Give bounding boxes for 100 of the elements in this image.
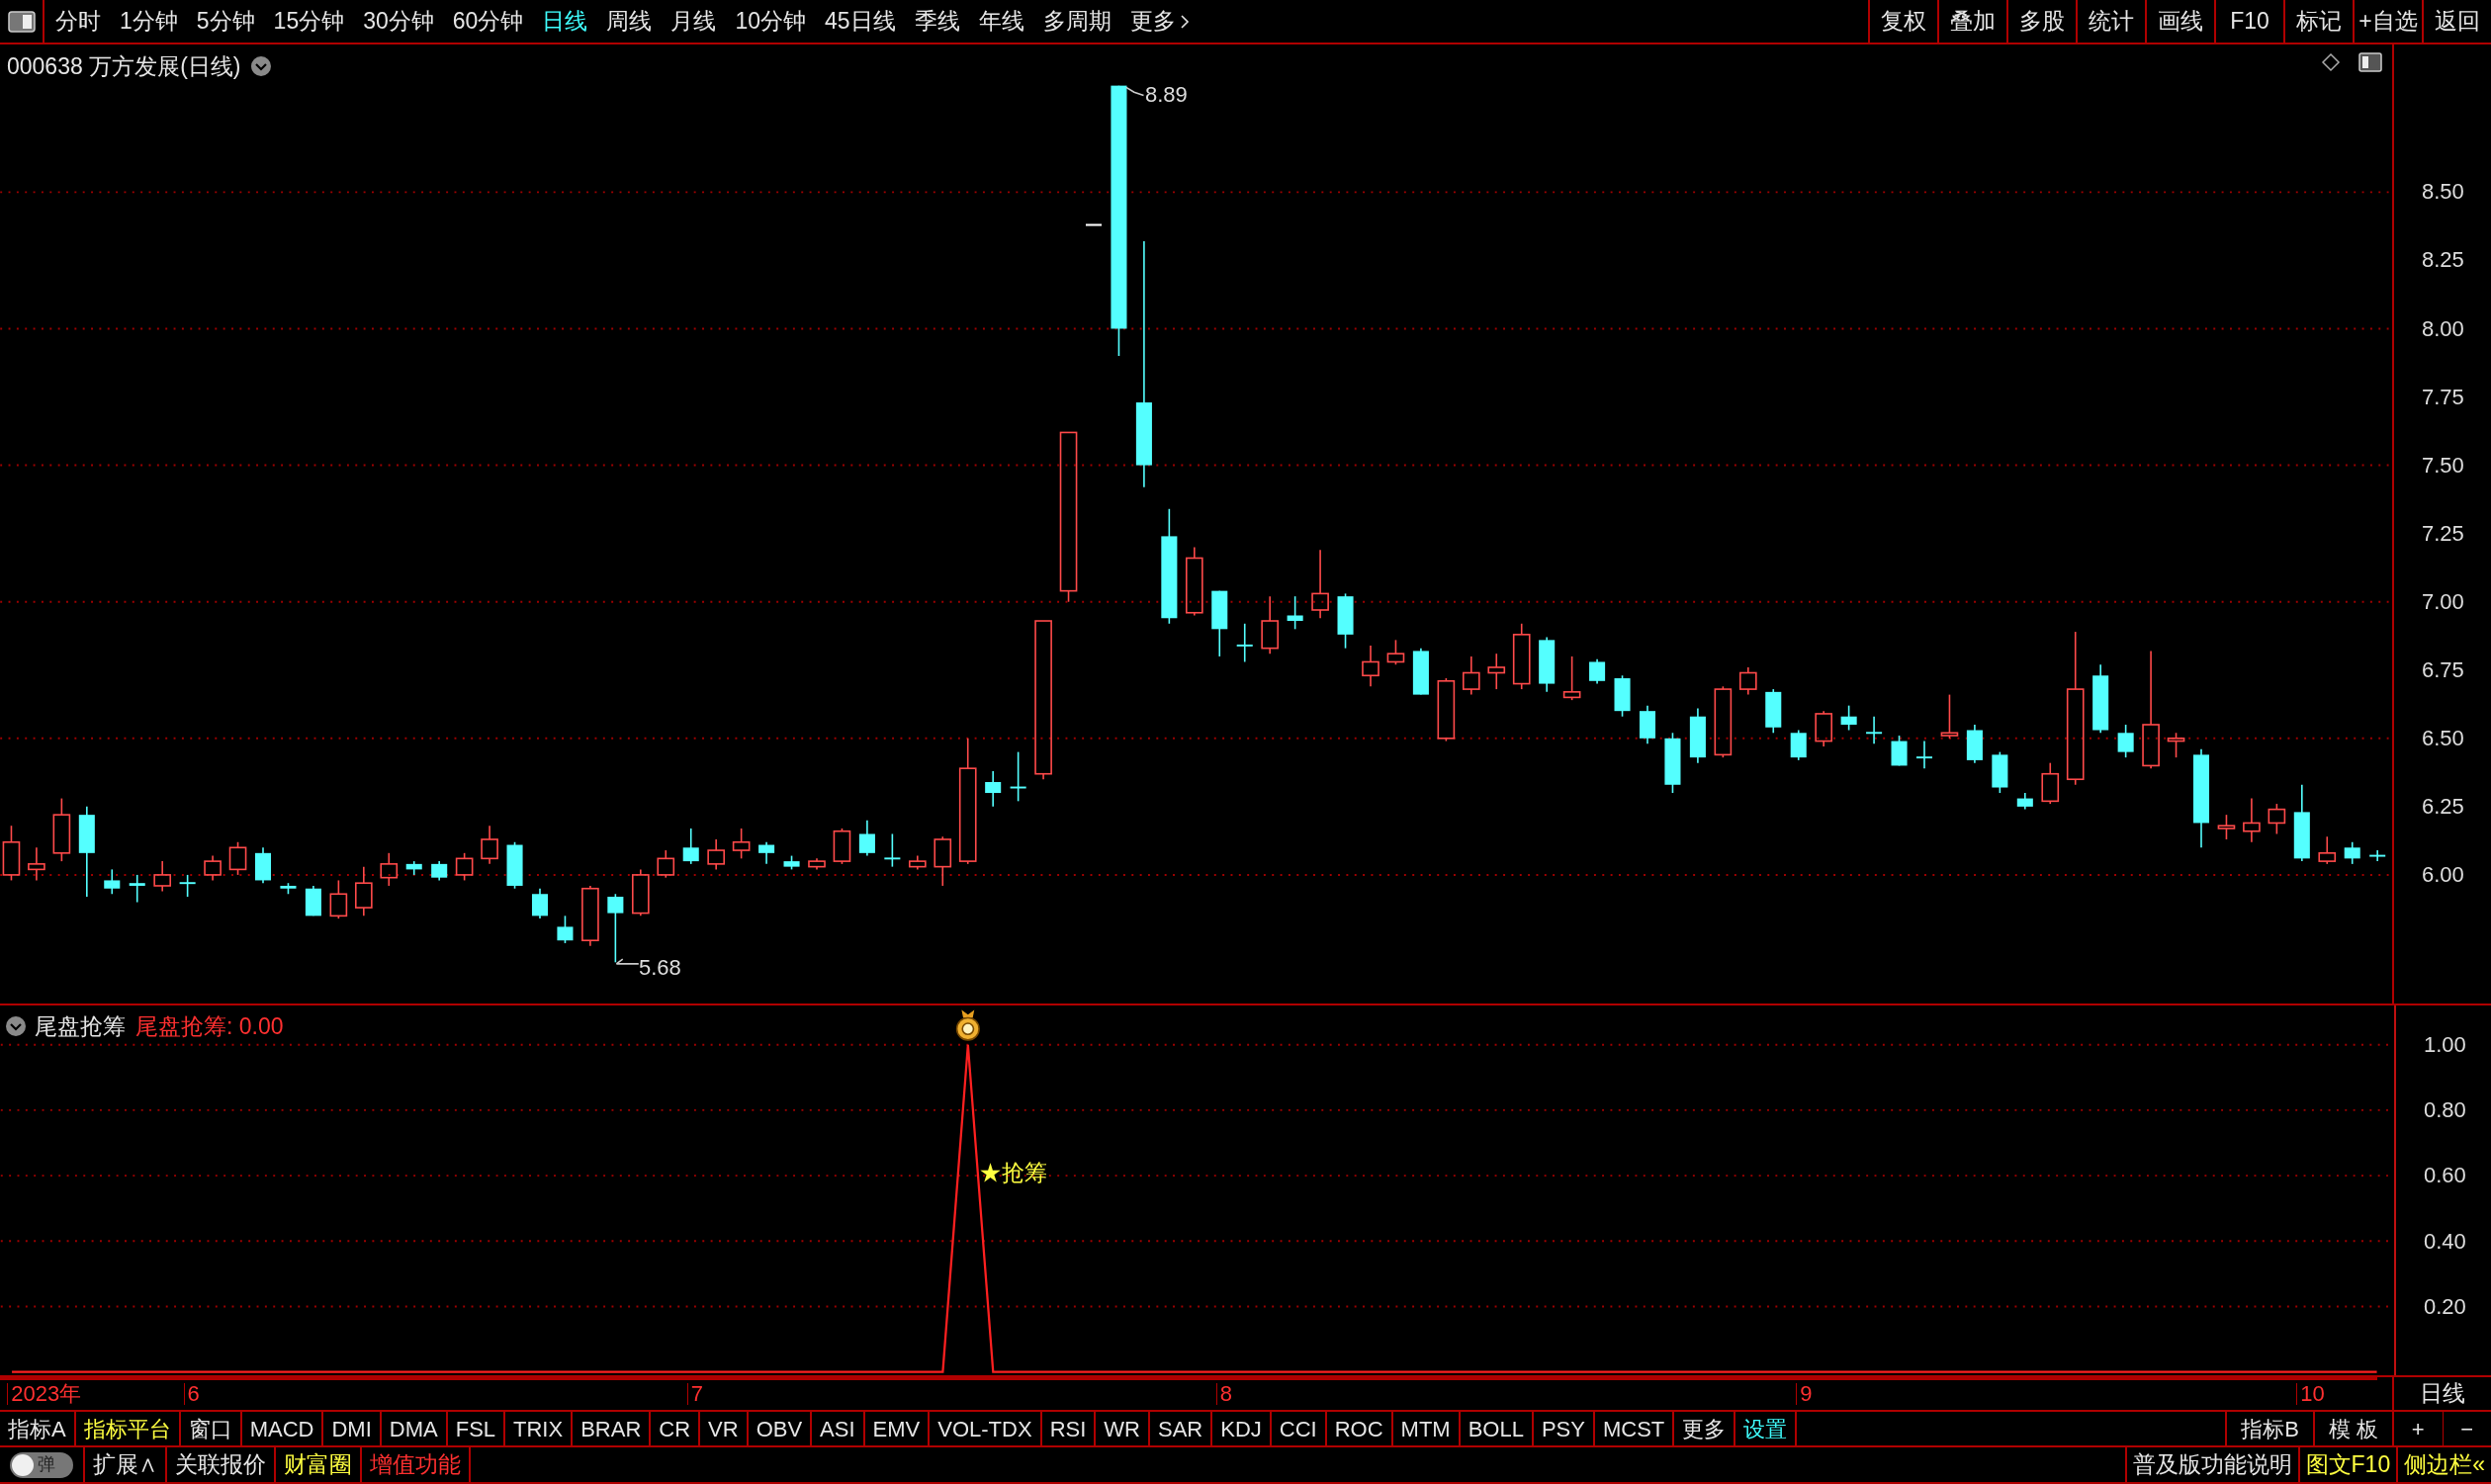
candlestick (2016, 792, 2033, 811)
candlestick (153, 860, 171, 893)
candlestick (2344, 840, 2360, 865)
indicator-tab[interactable]: 窗口 (180, 1412, 242, 1445)
indicator-tab[interactable]: FSL (447, 1412, 506, 1445)
indicator-tab[interactable]: RSI (1041, 1412, 1097, 1445)
status-link[interactable]: 财富圈 (276, 1447, 362, 1482)
candlestick (380, 852, 399, 887)
indicator-tab[interactable]: VOL-TDX (930, 1412, 1042, 1445)
period-tab[interactable]: 多周期 (1042, 4, 1112, 39)
popup-toggle[interactable]: 弹 (10, 1451, 73, 1478)
indicator-tab[interactable]: BOLL (1460, 1412, 1534, 1445)
candlestick (2268, 803, 2286, 835)
status-link[interactable]: 扩展∧ (85, 1447, 167, 1482)
candlestick (1940, 693, 1959, 740)
zoom-button[interactable]: − (2442, 1412, 2491, 1445)
indicator-tab[interactable]: TRIX (505, 1412, 574, 1445)
period-tab[interactable]: 日线 (542, 4, 588, 39)
indicator-tab[interactable]: VR (700, 1412, 749, 1445)
period-tab[interactable]: 分时 (55, 4, 101, 39)
tool-button[interactable]: 返回 (2422, 0, 2491, 43)
indicator-tab[interactable]: EMV (864, 1412, 931, 1445)
low-price-label: 5.68 (639, 954, 681, 982)
chevron-down-icon[interactable] (250, 55, 273, 78)
candlestick (1337, 592, 1354, 650)
candlestick (1261, 595, 1279, 655)
candlestick (1235, 623, 1254, 663)
indicator-tab[interactable]: ROC (1326, 1412, 1393, 1445)
tool-button[interactable]: 多股 (2006, 0, 2076, 43)
indicator-tab[interactable]: 指标平台 (75, 1412, 181, 1445)
indicator-tab[interactable]: 设置 (1735, 1412, 1798, 1445)
indicator-tab[interactable]: 指标B (2225, 1412, 2313, 1445)
panel-icon[interactable] (2358, 52, 2382, 72)
indicator-tab[interactable]: 模 板 (2312, 1412, 2392, 1445)
indicator-tab[interactable]: CR (651, 1412, 701, 1445)
indicator-tab[interactable]: 指标A (0, 1412, 76, 1445)
period-tab[interactable]: 1分钟 (120, 4, 178, 39)
indicator-tab[interactable]: MTM (1392, 1412, 1461, 1445)
candlestick (1009, 750, 1027, 803)
indicator-tab[interactable]: BRAR (573, 1412, 652, 1445)
status-link[interactable]: 增值功能 (362, 1447, 471, 1482)
period-tab[interactable]: 10分钟 (735, 4, 806, 39)
candlestick (52, 797, 71, 862)
indicator-tab[interactable]: OBV (748, 1412, 813, 1445)
candlestick (657, 849, 675, 879)
zoom-button[interactable]: + (2394, 1412, 2443, 1445)
date-axis-label: 10 (2296, 1383, 2325, 1405)
indicator-tab[interactable]: CCI (1271, 1412, 1327, 1445)
candlestick (2041, 761, 2060, 805)
tool-button[interactable]: 统计 (2076, 0, 2145, 43)
indicator-tab[interactable]: KDJ (1212, 1412, 1272, 1445)
diamond-icon[interactable] (2321, 52, 2341, 72)
indicator-tab[interactable]: SAR (1149, 1412, 1213, 1445)
tool-button[interactable]: F10 (2214, 0, 2283, 43)
period-tab[interactable]: 45日线 (824, 4, 896, 39)
tool-button[interactable]: 画线 (2145, 0, 2214, 43)
indicator-axis-label: 1.00 (2424, 1033, 2466, 1056)
indicator-tab[interactable]: WR (1096, 1412, 1150, 1445)
tool-button[interactable]: 复权 (1868, 0, 1937, 43)
tool-button[interactable]: +自选 (2353, 0, 2422, 43)
price-dash (1085, 223, 1103, 226)
indicator-tab[interactable]: 更多 (1674, 1412, 1736, 1445)
candlestick (2092, 663, 2109, 735)
candlestick (1562, 655, 1581, 701)
panel-toggle-icon[interactable] (7, 10, 36, 33)
candlestick (1362, 645, 1379, 688)
status-link[interactable]: 侧边栏« (2396, 1447, 2491, 1482)
tool-button[interactable]: 标记 (2283, 0, 2353, 43)
candlestick (1639, 704, 1655, 745)
status-link[interactable]: 图文F10 (2297, 1447, 2397, 1482)
candlestick (228, 840, 247, 876)
period-tab[interactable]: 月线 (670, 4, 717, 39)
candlestick (1462, 655, 1480, 696)
status-link[interactable]: 关联报价 (167, 1447, 276, 1482)
period-tab[interactable]: 年线 (978, 4, 1024, 39)
period-tab[interactable]: 周线 (606, 4, 653, 39)
money-bag-icon (955, 1009, 980, 1041)
status-link[interactable]: 普及版功能说明 (2124, 1447, 2298, 1482)
indicator-axis-label: 0.40 (2424, 1230, 2466, 1253)
indicator-tab[interactable]: PSY (1533, 1412, 1595, 1445)
indicator-tab[interactable]: DMA (381, 1412, 448, 1445)
candlestick (1815, 710, 1832, 747)
candlestick (557, 915, 574, 944)
indicator-tab[interactable]: ASI (812, 1412, 865, 1445)
tool-button[interactable]: 叠加 (1937, 0, 2006, 43)
period-tab[interactable]: 30分钟 (363, 4, 434, 39)
more-button[interactable]: 更多 (1129, 4, 1190, 39)
period-tab[interactable]: 15分钟 (273, 4, 345, 39)
indicator-tab[interactable]: MCST (1594, 1412, 1675, 1445)
price-axis-label: 8.00 (2422, 317, 2464, 340)
period-tab[interactable]: 季线 (914, 4, 960, 39)
price-axis-label: 6.50 (2422, 728, 2464, 750)
candlestick (531, 887, 549, 919)
candlestick (431, 860, 448, 882)
period-tab[interactable]: 5分钟 (196, 4, 255, 39)
indicator-tab[interactable]: MACD (241, 1412, 324, 1445)
indicator-tab[interactable]: DMI (323, 1412, 382, 1445)
period-tab[interactable]: 60分钟 (452, 4, 524, 39)
chevron-down-icon[interactable] (5, 1015, 27, 1038)
candlestick (305, 885, 321, 917)
